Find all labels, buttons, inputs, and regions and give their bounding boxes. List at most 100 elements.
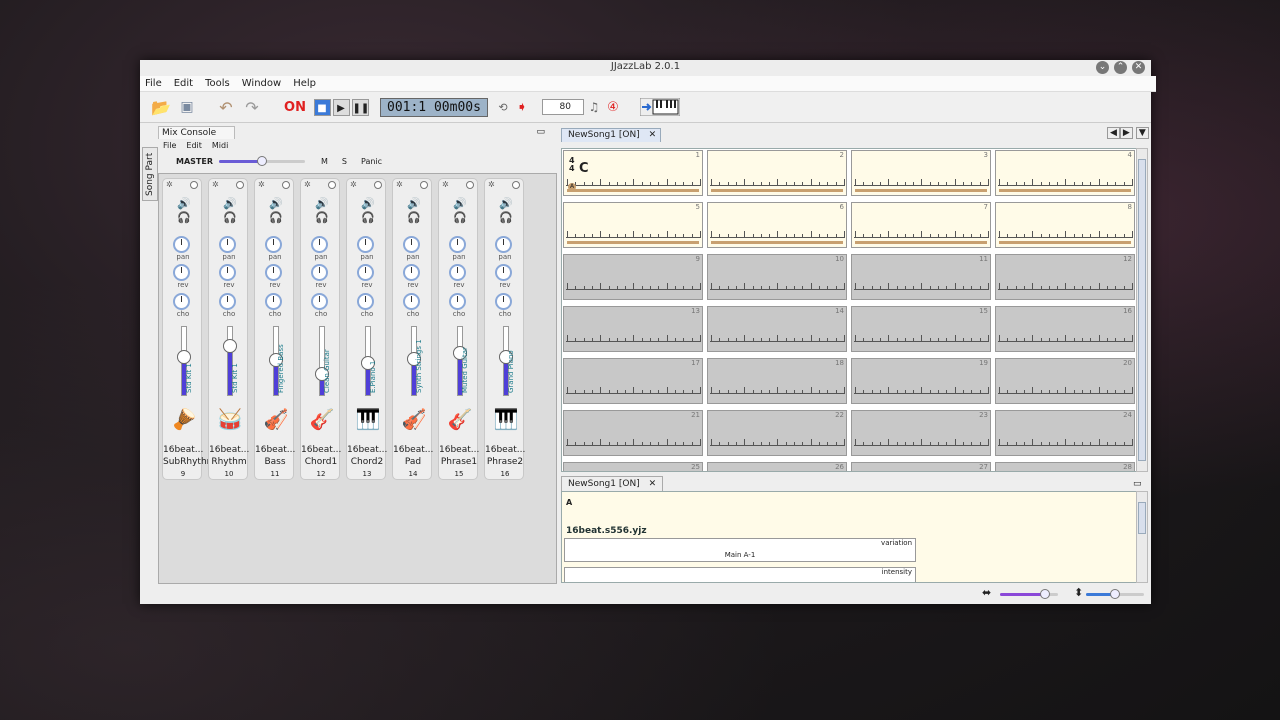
horizontal-zoom-slider[interactable]	[1000, 589, 1058, 599]
bar-4[interactable]: 4	[995, 150, 1135, 196]
speaker-icon[interactable]: 🔊	[315, 197, 329, 210]
settings-gear-icon[interactable]: ✲	[304, 180, 311, 189]
rev-knob[interactable]	[311, 264, 328, 281]
rev-knob[interactable]	[173, 264, 190, 281]
rev-knob[interactable]	[495, 264, 512, 281]
mute-all-button[interactable]: M	[321, 157, 328, 166]
guitar-icon[interactable]: 🎸	[447, 407, 473, 431]
headphones-icon[interactable]: 🎧	[499, 211, 513, 224]
bar-16[interactable]: 16	[995, 306, 1135, 352]
minimize-songpart-icon[interactable]: ▭	[1133, 479, 1142, 489]
cho-knob[interactable]	[265, 293, 282, 310]
rev-knob[interactable]	[403, 264, 420, 281]
instrument-name[interactable]: E.Piano 1	[369, 327, 377, 393]
bar-22[interactable]: 22	[707, 410, 847, 456]
song-tab[interactable]: NewSong1 [ON] ✕	[561, 128, 662, 142]
midi-on-toggle[interactable]: ON	[284, 96, 306, 118]
bar-14[interactable]: 14	[707, 306, 847, 352]
conga-icon[interactable]: 🪘	[171, 407, 197, 431]
pan-knob[interactable]	[495, 236, 512, 253]
speaker-icon[interactable]: 🔊	[453, 197, 467, 210]
chord-leadsheet-grid[interactable]: 1 4 4 C A 2 3 4 5 6 7 8 9 10 11 12 13 14 15 16 17 18 19 20 21 22 2…	[561, 148, 1137, 472]
bar-1[interactable]: 1 44 CA	[563, 150, 703, 196]
bar-21[interactable]: 21	[563, 410, 703, 456]
pan-knob[interactable]	[265, 236, 282, 253]
instrument-name[interactable]: Std Kit 1	[185, 327, 193, 393]
play-button[interactable]: ▶	[332, 98, 350, 116]
bar-6[interactable]: 6	[707, 202, 847, 248]
keyboard-icon[interactable]: 🎹	[493, 407, 519, 431]
settings-gear-icon[interactable]: ✲	[396, 180, 403, 189]
bar-15[interactable]: 15	[851, 306, 991, 352]
speaker-icon[interactable]: 🔊	[407, 197, 421, 210]
mix-console-tab[interactable]: Mix Console	[158, 126, 236, 139]
channel-select-radio[interactable]	[328, 181, 336, 189]
instrument-name[interactable]: Grand Piano	[507, 327, 515, 393]
bar-8[interactable]: 8	[995, 202, 1135, 248]
strings-icon[interactable]: 🎻	[401, 407, 427, 431]
instrument-name[interactable]: Std Kit 1	[231, 327, 239, 393]
instrument-name[interactable]: Clean Guitar	[323, 327, 331, 393]
minimize-panel-icon[interactable]: ▭	[536, 126, 545, 138]
headphones-icon[interactable]: 🎧	[223, 211, 237, 224]
tab-list-icon[interactable]: ▼	[1135, 127, 1149, 139]
settings-gear-icon[interactable]: ✲	[442, 180, 449, 189]
song-part-side-tab[interactable]: Song Part	[142, 147, 158, 201]
headphones-icon[interactable]: 🎧	[407, 211, 421, 224]
section-marker[interactable]: A	[568, 183, 576, 191]
double-bass-icon[interactable]: 🎻	[263, 407, 289, 431]
speaker-icon[interactable]: 🔊	[269, 197, 283, 210]
bar-10[interactable]: 10	[707, 254, 847, 300]
loop-icon[interactable]: ⟲	[496, 96, 510, 118]
close-song-tab-icon[interactable]: ✕	[649, 130, 657, 140]
tempo-value[interactable]: 80	[542, 99, 584, 115]
bar-7[interactable]: 7	[851, 202, 991, 248]
bar-11[interactable]: 11	[851, 254, 991, 300]
rev-knob[interactable]	[449, 264, 466, 281]
precount-icon[interactable]: ④	[604, 96, 622, 118]
songpart-scrollbar[interactable]	[1136, 491, 1148, 583]
bar-2[interactable]: 2	[707, 150, 847, 196]
mix-menu-midi[interactable]: Midi	[212, 141, 228, 150]
bar-24[interactable]: 24	[995, 410, 1135, 456]
rev-knob[interactable]	[265, 264, 282, 281]
menu-edit[interactable]: Edit	[174, 76, 193, 91]
rev-knob[interactable]	[357, 264, 374, 281]
pan-knob[interactable]	[311, 236, 328, 253]
leadsheet-scrollbar[interactable]	[1136, 148, 1148, 472]
pan-knob[interactable]	[219, 236, 236, 253]
speaker-icon[interactable]: 🔊	[361, 197, 375, 210]
rev-knob[interactable]	[219, 264, 236, 281]
bar-3[interactable]: 3	[851, 150, 991, 196]
songpart-scroll-thumb[interactable]	[1138, 502, 1146, 534]
pan-knob[interactable]	[403, 236, 420, 253]
stop-button[interactable]: ■	[313, 98, 331, 116]
tab-next-icon[interactable]: ▶	[1119, 127, 1133, 139]
menu-tools[interactable]: Tools	[205, 76, 230, 91]
instrument-name[interactable]: Muted Guitar	[461, 327, 469, 393]
song-part-tab[interactable]: NewSong1 [ON] ✕	[561, 476, 664, 491]
solo-all-button[interactable]: S	[342, 157, 347, 166]
pan-knob[interactable]	[357, 236, 374, 253]
pan-knob[interactable]	[173, 236, 190, 253]
pan-knob[interactable]	[449, 236, 466, 253]
headphones-icon[interactable]: 🎧	[453, 211, 467, 224]
maximize-button[interactable]: ⌃	[1114, 61, 1127, 74]
song-part-rhythm[interactable]: 16beat.s556.yjz	[566, 526, 647, 536]
bar-18[interactable]: 18	[707, 358, 847, 404]
keyboard-icon[interactable]: 🎹	[355, 407, 381, 431]
bar-23[interactable]: 23	[851, 410, 991, 456]
bar-17[interactable]: 17	[563, 358, 703, 404]
headphones-icon[interactable]: 🎧	[361, 211, 375, 224]
master-volume-knob[interactable]	[257, 156, 267, 166]
settings-gear-icon[interactable]: ✲	[350, 180, 357, 189]
settings-gear-icon[interactable]: ✲	[212, 180, 219, 189]
instrument-name[interactable]: Synth Strings 1	[415, 327, 423, 393]
bar-5[interactable]: 5	[563, 202, 703, 248]
channel-select-radio[interactable]	[512, 181, 520, 189]
leadsheet-scroll-thumb[interactable]	[1138, 159, 1146, 461]
cho-knob[interactable]	[219, 293, 236, 310]
menu-window[interactable]: Window	[242, 76, 281, 91]
metronome-icon[interactable]: ♫	[587, 96, 601, 118]
chord-symbol[interactable]: C	[579, 161, 589, 176]
